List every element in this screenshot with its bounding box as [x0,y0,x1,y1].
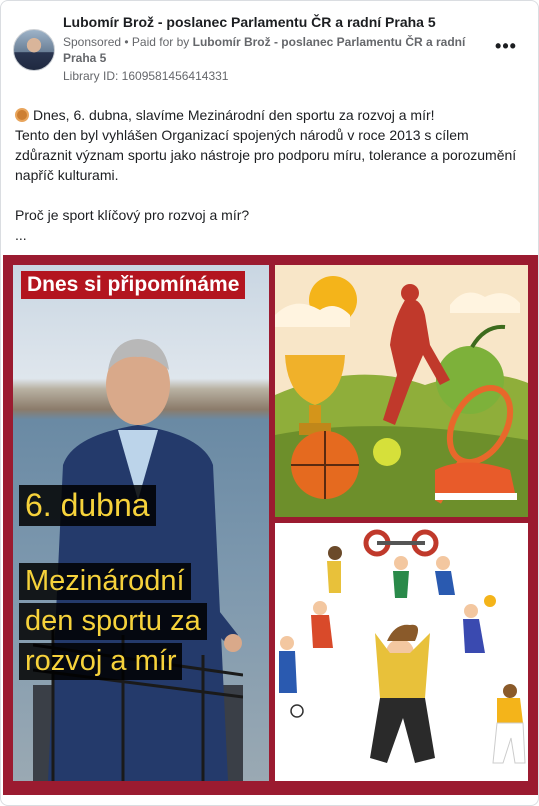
page-name[interactable]: Lubomír Brož - poslanec Parlamentu ČR a … [63,14,436,30]
title-line-1: Mezinárodní [19,563,191,601]
post-body: Dnes, 6. dubna, slavíme Mezinárodní den … [15,105,527,245]
ad-creative-image[interactable]: Dnes si připomínáme 6. dubna Mezinárodní… [3,255,538,795]
headline-banner: Dnes si připomínáme [21,271,246,300]
sponsored-meta: Sponsored • Paid for by Lubomír Brož - p… [63,34,493,66]
sponsored-label: Sponsored [63,35,122,49]
sports-illustration-top [275,265,528,517]
more-options-icon[interactable]: ••• [494,37,518,61]
photo-panel: Dnes si připomínáme 6. dubna Mezinárodní… [13,265,269,781]
body-line-2: Tento den byl vyhlášen Organizací spojen… [15,127,517,183]
see-more-ellipsis[interactable]: ... [15,225,527,245]
title-line-2: den sportu za [19,603,207,641]
post-header: Lubomír Brož - poslanec Parlamentu ČR a … [13,11,526,91]
body-line-3: Proč je sport klíčový pro rozvoj a mír? [15,207,250,223]
library-id: Library ID: 1609581456414331 [63,69,229,83]
bronze-medal-icon [15,108,29,122]
ad-card: Lubomír Brož - poslanec Parlamentu ČR a … [0,0,539,806]
date-banner: 6. dubna [19,485,156,526]
paid-for-prefix: • Paid for by [121,35,193,49]
athletes-illustration [275,523,528,781]
title-line-3: rozvoj a mír [19,643,183,681]
sports-equipment-illustration [275,265,528,517]
sports-illustration-bottom [275,523,528,781]
page-avatar[interactable] [13,29,55,71]
politician-photo [33,339,243,781]
body-line-1: Dnes, 6. dubna, slavíme Mezinárodní den … [33,107,435,123]
